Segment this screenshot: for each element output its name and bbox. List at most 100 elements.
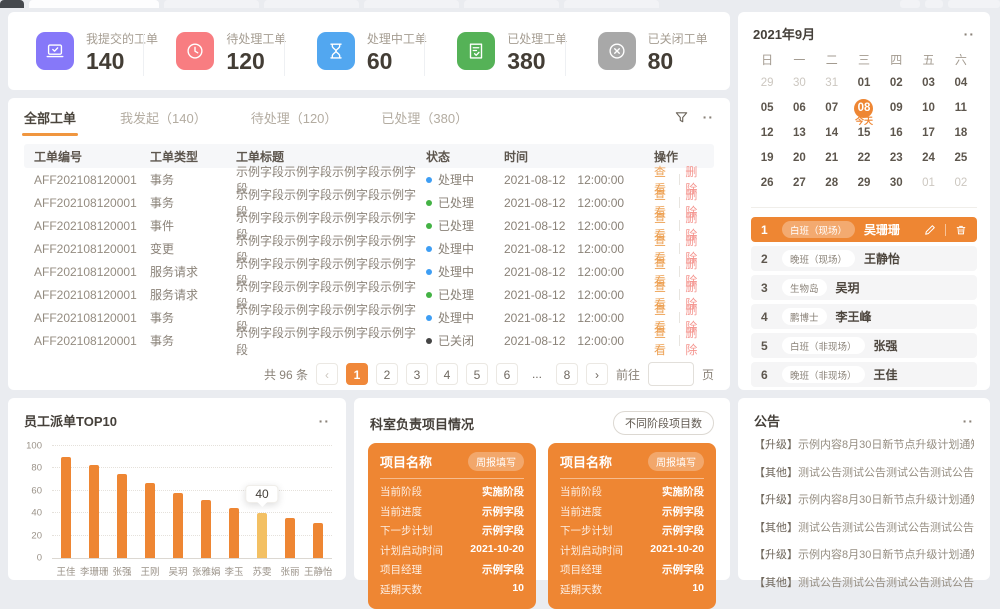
announcement-item[interactable]: 【升级】示例内容8月30日新节点升级计划通知 xyxy=(754,546,974,562)
calendar-day[interactable]: 21 xyxy=(816,146,848,170)
bar[interactable] xyxy=(173,493,183,558)
bar-column[interactable] xyxy=(80,446,108,558)
more-icon[interactable]: ·· xyxy=(964,27,975,41)
bar-column[interactable] xyxy=(276,446,304,558)
calendar-day[interactable]: 11 xyxy=(945,96,977,120)
delete-link[interactable]: 删除 xyxy=(685,324,704,358)
view-link[interactable]: 查看 xyxy=(654,324,673,358)
bar[interactable] xyxy=(145,483,155,558)
edit-icon[interactable] xyxy=(924,224,936,236)
calendar-day[interactable]: 06 xyxy=(783,96,815,120)
page-button[interactable]: 3 xyxy=(406,363,428,385)
workorders-tab[interactable]: 我发起（140） xyxy=(120,108,207,127)
weekly-report-badge[interactable]: 周报填写 xyxy=(648,452,704,471)
prev-page-button[interactable]: ‹ xyxy=(316,363,338,385)
calendar-day[interactable]: 07 xyxy=(816,96,848,120)
calendar-day[interactable]: 02 xyxy=(945,171,977,195)
shift-row[interactable]: 3 生物岛 吴玥 xyxy=(751,275,977,300)
calendar-day[interactable]: 10 xyxy=(912,96,944,120)
bar[interactable] xyxy=(257,513,267,558)
calendar-day[interactable]: 30 xyxy=(880,171,912,195)
bar-column[interactable] xyxy=(136,446,164,558)
calendar-day[interactable]: 20 xyxy=(783,146,815,170)
bar-column[interactable] xyxy=(304,446,332,558)
bar-column[interactable] xyxy=(52,446,80,558)
calendar-day[interactable]: 28 xyxy=(816,171,848,195)
calendar-day[interactable]: 16 xyxy=(880,121,912,145)
calendar-day[interactable]: 13 xyxy=(783,121,815,145)
tab-strip-control[interactable] xyxy=(900,0,920,8)
tab-strip-segment[interactable] xyxy=(364,0,459,8)
calendar-day[interactable]: 18 xyxy=(945,121,977,145)
calendar-day[interactable]: 01 xyxy=(848,71,880,95)
calendar-day[interactable]: 29 xyxy=(848,171,880,195)
shift-row[interactable]: 5 白班（非现场） 张强 xyxy=(751,333,977,358)
announcement-item[interactable]: 【升级】示例内容8月30日新节点升级计划通知 xyxy=(754,436,974,452)
bar[interactable] xyxy=(61,457,71,558)
shift-row[interactable]: 1 白班（现场） 吴珊珊 xyxy=(751,217,977,242)
calendar-day[interactable]: 09 xyxy=(880,96,912,120)
stage-count-button[interactable]: 不同阶段项目数 xyxy=(613,411,714,435)
announcement-item[interactable]: 【其他】测试公告测试公告测试公告测试公告 xyxy=(754,519,974,535)
more-icon[interactable]: ·· xyxy=(963,414,974,428)
bar-column[interactable] xyxy=(164,446,192,558)
bar-column[interactable] xyxy=(192,446,220,558)
bar[interactable] xyxy=(201,500,211,558)
tab-strip-control[interactable] xyxy=(925,0,943,8)
shift-row[interactable]: 2 晚班（现场） 王静怡 xyxy=(751,246,977,271)
calendar-day[interactable]: 31 xyxy=(816,71,848,95)
tab-strip-segment[interactable] xyxy=(264,0,359,8)
calendar-day[interactable]: 29 xyxy=(751,71,783,95)
page-button[interactable]: 6 xyxy=(496,363,518,385)
trash-icon[interactable] xyxy=(955,224,967,236)
tab-strip-segment[interactable] xyxy=(29,0,159,8)
workorders-tab[interactable]: 全部工单 xyxy=(24,108,76,127)
filter-icon[interactable] xyxy=(674,110,689,125)
tab-strip-segment[interactable] xyxy=(464,0,559,8)
tab-strip-segment[interactable] xyxy=(564,0,659,8)
announcement-item[interactable]: 【其他】测试公告测试公告测试公告测试公告 xyxy=(754,464,974,480)
page-button[interactable]: 1 xyxy=(346,363,368,385)
project-card[interactable]: 项目名称 周报填写 当前阶段 实施阶段 当前进度 示例字段 下一步计划 示例字段… xyxy=(548,443,716,609)
shift-row[interactable]: 6 晚班（非现场） 王佳 xyxy=(751,362,977,387)
tab-strip-control[interactable] xyxy=(948,0,1000,8)
bar[interactable] xyxy=(229,508,239,558)
page-button[interactable]: 2 xyxy=(376,363,398,385)
calendar-day[interactable]: 05 xyxy=(751,96,783,120)
calendar-day[interactable]: 08 今天 xyxy=(848,96,880,120)
page-button[interactable]: 5 xyxy=(466,363,488,385)
bar[interactable] xyxy=(313,523,323,558)
weekly-report-badge[interactable]: 周报填写 xyxy=(468,452,524,471)
bar[interactable] xyxy=(117,474,127,558)
calendar-day[interactable]: 23 xyxy=(880,146,912,170)
more-icon[interactable]: ·· xyxy=(319,414,330,428)
calendar-day[interactable]: 26 xyxy=(751,171,783,195)
page-button[interactable]: 4 xyxy=(436,363,458,385)
calendar-day[interactable]: 22 xyxy=(848,146,880,170)
bar-column[interactable] xyxy=(220,446,248,558)
tab-strip-segment[interactable] xyxy=(164,0,259,8)
calendar-day[interactable]: 17 xyxy=(912,121,944,145)
workorders-tab[interactable]: 待处理（120） xyxy=(251,108,338,127)
calendar-day[interactable]: 24 xyxy=(912,146,944,170)
calendar-day[interactable]: 12 xyxy=(751,121,783,145)
more-icon[interactable]: ·· xyxy=(703,110,714,124)
project-card[interactable]: 项目名称 周报填写 当前阶段 实施阶段 当前进度 示例字段 下一步计划 示例字段… xyxy=(368,443,536,609)
bar[interactable] xyxy=(285,518,295,558)
calendar-day[interactable]: 04 xyxy=(945,71,977,95)
calendar-day[interactable]: 30 xyxy=(783,71,815,95)
page-button[interactable]: 8 xyxy=(556,363,578,385)
calendar-day[interactable]: 15 xyxy=(848,121,880,145)
bar[interactable] xyxy=(89,465,99,558)
tab-strip-segment[interactable] xyxy=(0,0,24,8)
calendar-day[interactable]: 01 xyxy=(912,171,944,195)
announcement-item[interactable]: 【其他】测试公告测试公告测试公告测试公告 xyxy=(754,574,974,590)
bar-column[interactable] xyxy=(108,446,136,558)
page-button[interactable]: ... xyxy=(526,363,548,385)
calendar-day[interactable]: 19 xyxy=(751,146,783,170)
shift-row[interactable]: 4 鹏博士 李王峰 xyxy=(751,304,977,329)
calendar-day[interactable]: 14 xyxy=(816,121,848,145)
page-goto-input[interactable] xyxy=(648,362,694,386)
workorders-tab[interactable]: 已处理（380） xyxy=(381,108,468,127)
bar-column[interactable]: 40 xyxy=(248,446,276,558)
